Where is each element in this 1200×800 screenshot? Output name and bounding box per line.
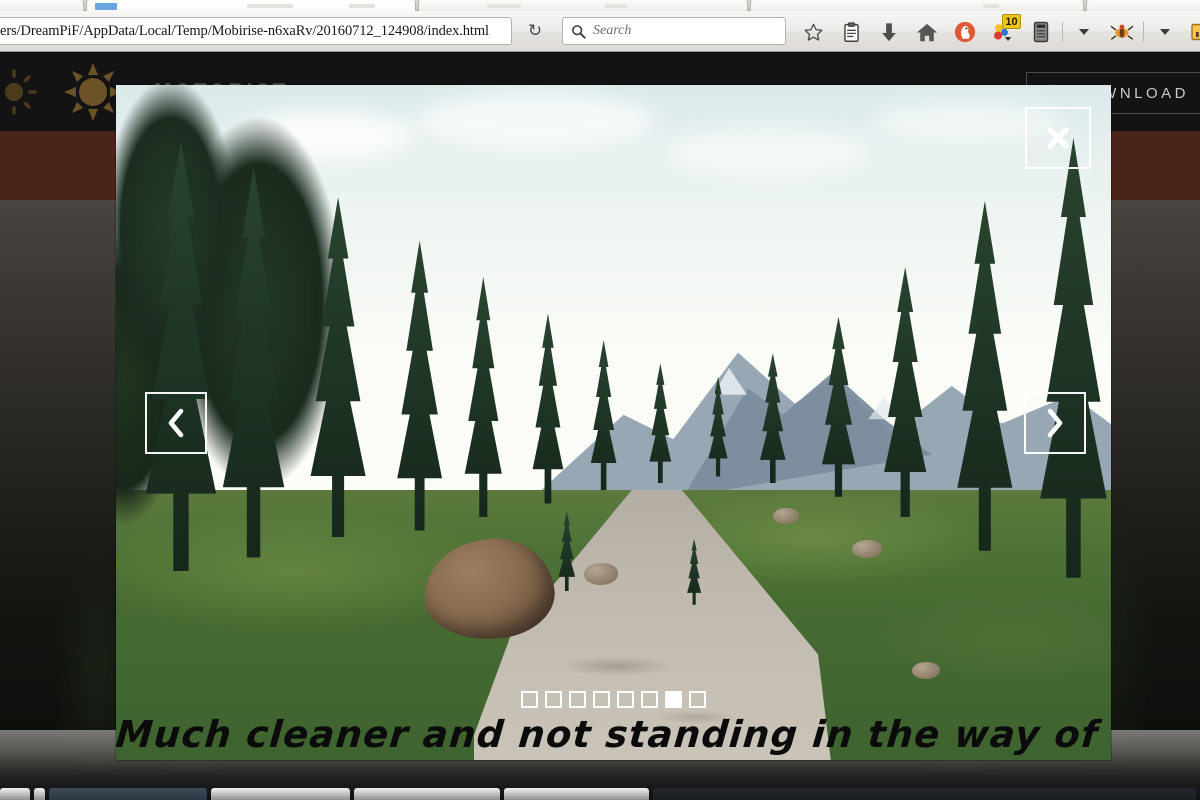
taskbar-window-1[interactable] [49, 788, 207, 800]
lightbox-indicator[interactable] [521, 691, 538, 708]
taskbar-buttons [0, 788, 1200, 800]
noscript-dropdown-button[interactable] [1065, 17, 1103, 47]
firebug-icon [1110, 24, 1134, 40]
lightbox-close-button[interactable] [1025, 107, 1091, 169]
sun-icon-small [5, 69, 37, 115]
search-icon [572, 24, 586, 39]
chevron-down-icon [1160, 29, 1170, 35]
cloud [414, 93, 655, 150]
taskbar-window-2[interactable] [210, 788, 351, 800]
adblock-badge: 10 [1002, 14, 1021, 29]
address-bar-url: ers/DreamPiF/AppData/Local/Temp/Mobirise… [0, 22, 489, 39]
reload-icon: ↻ [527, 20, 543, 41]
taskbar-window-4[interactable] [503, 788, 650, 800]
home-button[interactable] [908, 17, 946, 47]
adblock-button[interactable]: 10 [984, 14, 1022, 47]
lightbox-indicator[interactable] [593, 691, 610, 708]
browser-tab-3[interactable] [418, 0, 748, 11]
os-taskbar [0, 770, 1200, 800]
lightbox-indicator[interactable] [641, 691, 658, 708]
screen: ers/DreamPiF/AppData/Local/Temp/Mobirise… [0, 0, 1200, 800]
lightbox-next-button[interactable] [1024, 391, 1086, 454]
lightbox-indicator[interactable] [689, 691, 706, 708]
noscript-button[interactable] [1022, 17, 1060, 47]
taskbar-window-3[interactable] [354, 788, 500, 800]
taskbar-rest [653, 788, 1196, 800]
noscript-icon [1033, 21, 1049, 43]
browser-toolbar-icons: 10 [794, 14, 1200, 47]
photo-rock [583, 562, 618, 585]
browser-tab-strip [0, 0, 1200, 11]
lightbox-indicator[interactable] [569, 691, 586, 708]
firebug-dropdown-button[interactable] [1146, 17, 1184, 47]
chevron-right-icon [1047, 408, 1063, 437]
lightbox-image [116, 85, 1111, 760]
downloads-icon [882, 22, 896, 41]
reload-button[interactable]: ↻ [520, 17, 550, 45]
stats-button[interactable] [1184, 17, 1200, 47]
tab-title-placeholder [247, 4, 293, 8]
tab-title-placeholder [349, 4, 375, 8]
firebug-button[interactable] [1103, 17, 1141, 47]
sun-icon [64, 63, 122, 121]
chevron-left-icon [168, 408, 184, 437]
cloud [663, 129, 874, 174]
close-icon [1047, 127, 1069, 149]
search-bar[interactable]: Search [562, 17, 786, 45]
browser-navigation-bar: ers/DreamPiF/AppData/Local/Temp/Mobirise… [0, 11, 1200, 52]
reading-list-icon [843, 21, 859, 42]
tab-title-placeholder [487, 4, 521, 8]
toolbar-separator [1143, 22, 1144, 42]
lightbox-modal[interactable]: Much cleaner and not standing in the way… [116, 85, 1111, 760]
tab-title-placeholder [605, 4, 627, 8]
taskbar-quicklaunch[interactable] [33, 788, 46, 800]
toolbar-separator [1062, 22, 1063, 42]
chevron-down-icon [1079, 29, 1089, 35]
reading-list-button[interactable] [832, 17, 870, 47]
address-bar[interactable]: ers/DreamPiF/AppData/Local/Temp/Mobirise… [0, 17, 512, 45]
bookmark-star-icon [804, 23, 822, 41]
home-icon [916, 23, 938, 41]
tab-favicon [95, 3, 117, 10]
tab-title-placeholder [983, 4, 999, 8]
browser-tab-1[interactable] [0, 0, 84, 11]
browser-tab-2[interactable] [86, 0, 416, 11]
photo-tree-cluster-left [116, 85, 435, 578]
photo-rock [852, 539, 883, 558]
lightbox-indicator[interactable] [545, 691, 562, 708]
lightbox-indicator[interactable] [617, 691, 634, 708]
duckduckgo-icon [954, 21, 976, 43]
bookmark-star-button[interactable] [794, 17, 832, 47]
lightbox-caption: Much cleaner and not standing in the way… [116, 713, 1111, 756]
lightbox-indicator[interactable] [665, 691, 682, 708]
lightbox-prev-button[interactable] [145, 391, 207, 454]
stats-icon [1191, 23, 1200, 41]
browser-tab-4[interactable] [750, 0, 1084, 11]
photo-rock [912, 662, 940, 679]
duckduckgo-button[interactable] [946, 17, 984, 47]
photo-rock [772, 507, 799, 524]
taskbar-start[interactable] [0, 788, 30, 800]
lightbox-indicators [116, 691, 1111, 708]
search-placeholder: Search [593, 23, 632, 38]
browser-tab-5[interactable] [1086, 0, 1200, 11]
downloads-button[interactable] [870, 17, 908, 47]
